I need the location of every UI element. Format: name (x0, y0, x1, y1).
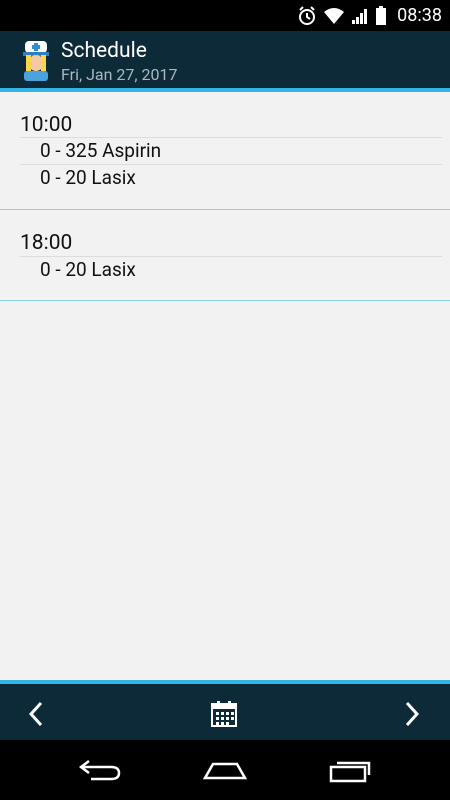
home-icon (202, 762, 248, 780)
wifi-icon (324, 7, 345, 24)
calendar-button[interactable] (208, 698, 240, 730)
group-time: 10:00 (20, 113, 73, 137)
alarm-icon (299, 5, 316, 25)
group-time: 18:00 (20, 231, 73, 255)
chevron-right-icon (405, 701, 420, 727)
nurse-icon[interactable] (19, 39, 53, 81)
previous-day-button[interactable] (20, 698, 52, 730)
status-time: 08:38 (397, 5, 442, 26)
recents-button[interactable] (322, 754, 378, 786)
next-day-button[interactable] (396, 698, 428, 730)
signal-icon (352, 8, 368, 24)
system-navigation-bar (0, 740, 450, 800)
page-subtitle: Fri, Jan 27, 2017 (61, 65, 178, 84)
battery-icon (376, 5, 387, 25)
schedule-list: 10:00 0 - 325 Aspirin 0 - 20 Lasix 18:00… (0, 92, 450, 301)
status-bar: 08:38 (0, 0, 450, 31)
time-group: 18:00 0 - 20 Lasix (0, 210, 450, 301)
medication-item[interactable]: 0 - 325 Aspirin (20, 137, 442, 164)
time-group: 10:00 0 - 325 Aspirin 0 - 20 Lasix (0, 92, 450, 210)
calendar-icon (211, 701, 237, 727)
chevron-left-icon (28, 701, 43, 727)
app-bar: Schedule Fri, Jan 27, 2017 (0, 31, 450, 92)
bottom-bar (0, 680, 450, 744)
back-icon (78, 760, 121, 781)
back-button[interactable] (72, 754, 128, 786)
home-button[interactable] (197, 754, 253, 786)
medication-item[interactable]: 0 - 20 Lasix (20, 164, 442, 191)
recents-icon (329, 761, 371, 783)
page-title: Schedule (61, 39, 147, 63)
medication-item[interactable]: 0 - 20 Lasix (20, 256, 442, 283)
